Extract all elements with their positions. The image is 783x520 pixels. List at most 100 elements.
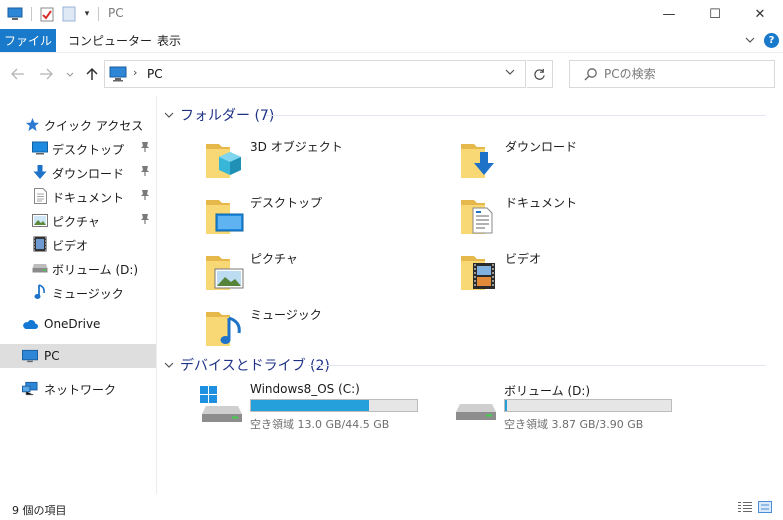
pictures-icon (32, 212, 48, 228)
group-divider (308, 365, 766, 366)
sidebar-item-network[interactable]: ネットワーク (0, 376, 156, 400)
folders-group-header[interactable]: フォルダー (7) (164, 105, 274, 125)
qa-separator (28, 5, 34, 23)
folder-desktop[interactable]: デスクトップ (204, 190, 444, 242)
sidebar-item-volume-d[interactable]: ボリューム (D:) (0, 256, 156, 280)
sidebar-item-label: OneDrive (44, 317, 101, 331)
content-pane[interactable]: フォルダー (7) 3D オブジェクト ダウンロード デスクトップ ドキュメント (158, 96, 783, 494)
search-box[interactable] (569, 60, 775, 88)
large-icons-view-icon[interactable] (758, 501, 772, 513)
sidebar-item-label: ピクチャ (52, 215, 100, 229)
folder-videos[interactable]: ビデオ (459, 246, 699, 298)
group-divider (266, 115, 766, 116)
status-bar: 9 個の項目 (0, 494, 783, 520)
sidebar-item-label: ボリューム (D:) (52, 263, 139, 277)
tab-computer[interactable]: コンピューター (68, 29, 152, 52)
sidebar-item-quick-access[interactable]: クイック アクセス (0, 112, 156, 136)
chevron-down-icon[interactable] (742, 32, 758, 48)
tab-view[interactable]: 表示 (157, 29, 181, 52)
close-button[interactable]: ✕ (737, 0, 783, 28)
sidebar-item-videos[interactable]: ビデオ (0, 232, 156, 256)
videos-folder-icon (461, 256, 495, 290)
music-folder-icon (206, 312, 241, 346)
sidebar-item-label: クイック アクセス (44, 119, 144, 133)
drives-group-header[interactable]: デバイスとドライブ (2) (164, 355, 330, 375)
address-dropdown-icon[interactable] (505, 67, 515, 78)
sidebar-item-desktop[interactable]: デスクトップ (0, 136, 156, 160)
help-button[interactable]: ? (764, 33, 779, 48)
sidebar-item-documents[interactable]: ドキュメント (0, 184, 156, 208)
breadcrumb-pc[interactable]: PC (147, 67, 163, 81)
back-arrow-icon[interactable] (10, 65, 26, 83)
folder-documents[interactable]: ドキュメント (459, 190, 699, 242)
folder-label: ビデオ (505, 252, 542, 266)
navigation-bar: › PC (0, 54, 783, 96)
drive-free-space: 空き領域 13.0 GB/44.5 GB (250, 418, 390, 431)
folder-label: ミュージック (250, 308, 322, 322)
search-input[interactable] (604, 65, 764, 83)
folders-group-title: フォルダー (7) (180, 108, 275, 124)
breadcrumb-separator[interactable]: › (133, 66, 137, 79)
customize-qa-icon[interactable]: ▾ (80, 5, 94, 23)
folder-3d-objects[interactable]: 3D オブジェクト (204, 134, 444, 186)
sidebar-item-pc[interactable]: PC (0, 344, 156, 368)
drive-name: ボリューム (D:) (504, 384, 591, 398)
pin-icon[interactable] (140, 213, 150, 225)
forward-arrow-icon[interactable] (38, 65, 54, 83)
folder-label: ドキュメント (505, 196, 578, 210)
music-icon (32, 284, 48, 300)
drive-icon (32, 260, 48, 276)
pin-icon[interactable] (140, 141, 150, 153)
sidebar-item-downloads[interactable]: ダウンロード (0, 160, 156, 184)
pc-icon (109, 66, 127, 85)
collapse-chevron-icon[interactable] (164, 110, 176, 121)
pc-icon[interactable] (6, 5, 24, 23)
video-icon (32, 236, 48, 252)
drive-d[interactable]: ボリューム (D:) 空き領域 3.87 GB/3.90 GB (454, 382, 694, 432)
tab-file[interactable]: ファイル (0, 29, 56, 52)
details-view-icon[interactable] (738, 501, 752, 513)
downloads-folder-icon (461, 144, 494, 178)
minimize-button[interactable]: — (646, 0, 692, 28)
sidebar-item-onedrive[interactable]: OneDrive (0, 312, 156, 336)
navigation-pane[interactable]: クイック アクセス デスクトップ ダウンロード ドキュメント ピクチャ ビデオ … (0, 96, 157, 494)
sidebar-item-label: ネットワーク (44, 383, 117, 397)
sidebar-item-label: デスクトップ (52, 143, 125, 157)
network-icon (22, 380, 38, 396)
folder-label: デスクトップ (250, 196, 323, 210)
item-count: 9 個の項目 (12, 504, 67, 517)
title-bar: ▾ PC — ☐ ✕ (0, 0, 783, 28)
up-arrow-icon[interactable] (84, 65, 100, 83)
desktop-icon (32, 140, 48, 156)
properties-icon[interactable] (38, 5, 56, 23)
document-icon (32, 188, 48, 204)
documents-folder-icon (461, 200, 493, 234)
pc-icon (22, 348, 38, 364)
desktop-folder-icon (206, 200, 244, 234)
folder-label: 3D オブジェクト (250, 140, 343, 154)
new-folder-icon[interactable] (60, 5, 78, 23)
folder-pictures[interactable]: ピクチャ (204, 246, 444, 298)
address-bar[interactable]: › PC (104, 60, 526, 88)
recent-locations-icon[interactable] (64, 65, 76, 83)
drive-usage-fill (505, 400, 508, 411)
pin-icon[interactable] (140, 165, 150, 177)
maximize-button[interactable]: ☐ (692, 0, 738, 28)
sidebar-item-music[interactable]: ミュージック (0, 280, 156, 304)
drive-usage-bar (504, 399, 672, 412)
sidebar-item-pictures[interactable]: ピクチャ (0, 208, 156, 232)
sidebar-item-label: ビデオ (52, 239, 89, 253)
pin-icon[interactable] (140, 189, 150, 201)
3d-objects-folder-icon (206, 144, 241, 178)
refresh-button[interactable] (527, 60, 553, 88)
drive-usage-fill (251, 400, 369, 411)
windows-drive-icon (200, 386, 242, 422)
ribbon-tabs: ファイル コンピューター 表示 ? (0, 28, 783, 53)
drive-c[interactable]: Windows8_OS (C:) 空き領域 13.0 GB/44.5 GB (200, 382, 440, 432)
collapse-chevron-icon[interactable] (164, 360, 176, 371)
download-icon (32, 164, 48, 180)
folder-downloads[interactable]: ダウンロード (459, 134, 699, 186)
refresh-icon (534, 68, 545, 80)
folder-music[interactable]: ミュージック (204, 302, 444, 354)
sidebar-item-label: ドキュメント (52, 191, 125, 205)
